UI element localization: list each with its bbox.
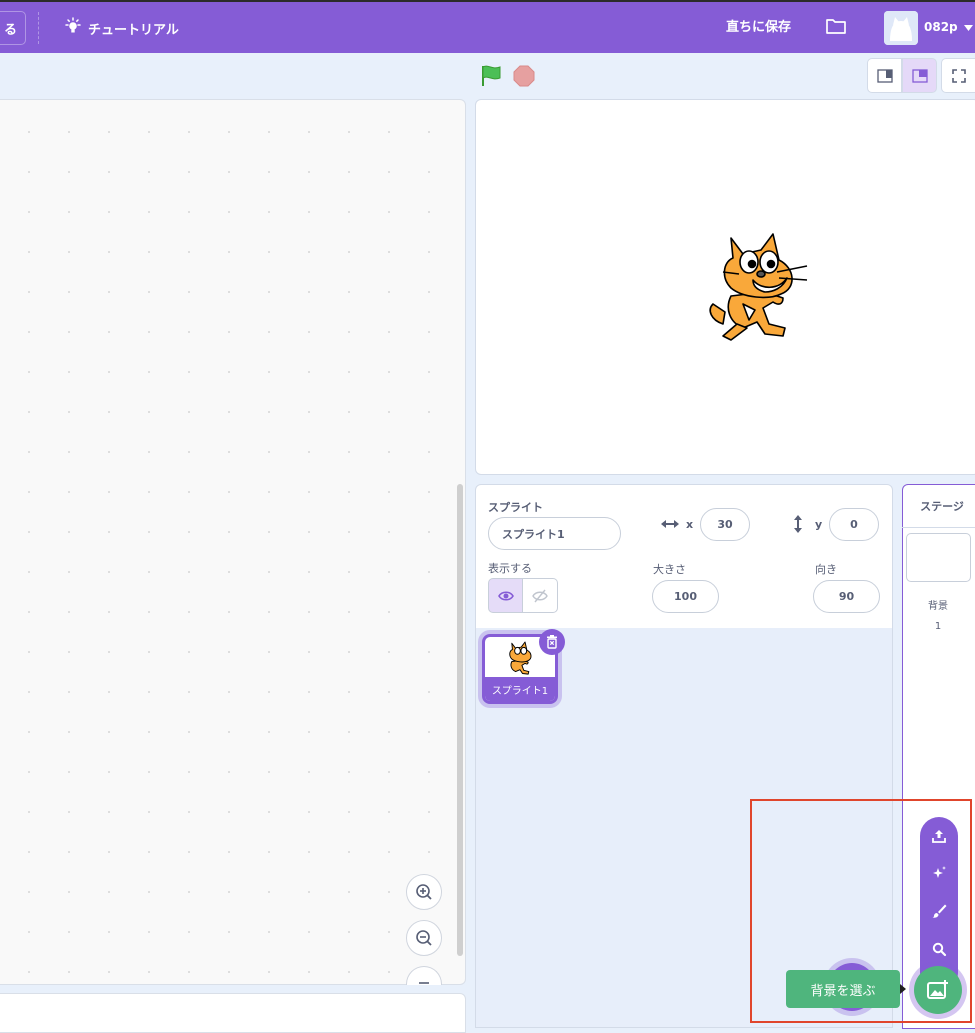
cat-thumbnail-icon: [509, 641, 532, 675]
show-label: 表示する: [488, 562, 532, 575]
bottom-pane: [0, 993, 466, 1033]
x-field[interactable]: 30: [700, 508, 750, 541]
workspace-scrollbar[interactable]: [457, 484, 463, 956]
fullscreen-icon: [951, 68, 966, 83]
sprite-name-field[interactable]: スプライト1: [488, 517, 621, 550]
small-stage-icon: [876, 68, 893, 83]
account-menu[interactable]: 082p: [924, 20, 973, 34]
y-field[interactable]: 0: [829, 508, 879, 541]
tutorial-menu[interactable]: チュートリアル: [64, 14, 179, 42]
equals-icon: [419, 982, 429, 984]
eye-off-icon: [532, 589, 548, 602]
menu-button-partial[interactable]: る: [0, 11, 26, 45]
normal-stage-button[interactable]: [902, 58, 937, 93]
size-label: 大きさ: [653, 563, 686, 576]
sprite-label: スプライト: [488, 501, 543, 514]
avatar[interactable]: [884, 11, 918, 45]
size-field[interactable]: 100: [652, 580, 719, 613]
sprite-thumbnail-label: スプライト1: [485, 677, 555, 701]
backdrop-label: 背景: [928, 601, 948, 612]
show-button[interactable]: [488, 578, 523, 613]
tutorial-label: チュートリアル: [88, 22, 179, 38]
direction-label: 向き: [815, 563, 837, 576]
my-stuff-folder-icon[interactable]: [824, 16, 848, 36]
visibility-toggle: [488, 578, 559, 614]
fullscreen-button[interactable]: [941, 58, 975, 93]
zoom-out-button[interactable]: [406, 920, 442, 956]
eye-icon: [497, 590, 514, 601]
cat-sprite[interactable]: [703, 232, 811, 344]
caret-down-icon: [963, 20, 973, 34]
direction-field[interactable]: 90: [813, 580, 880, 613]
delete-sprite-button[interactable]: [539, 629, 565, 655]
hide-button[interactable]: [523, 578, 558, 613]
stage-size-controls: [867, 58, 975, 94]
menu-divider: [38, 12, 39, 44]
zoom-in-icon: [416, 884, 432, 900]
small-stage-button[interactable]: [867, 58, 902, 93]
zoom-out-icon: [416, 930, 432, 946]
trash-icon: [547, 635, 557, 649]
y-arrows-icon: [791, 514, 805, 538]
save-now-button[interactable]: 直ちに保存: [726, 16, 791, 35]
stage-pane-title: ステージ: [902, 484, 975, 528]
green-flag-icon[interactable]: [480, 64, 502, 88]
backdrop-count: 1: [934, 621, 942, 632]
highlight-box: [750, 799, 972, 1023]
x-arrows-icon: [660, 516, 680, 535]
username-label: 082p: [924, 20, 958, 34]
code-workspace[interactable]: [0, 99, 466, 985]
backdrop-thumbnail[interactable]: [906, 533, 971, 582]
stop-icon[interactable]: [513, 65, 535, 87]
zoom-in-button[interactable]: [406, 874, 442, 910]
window-edge: [0, 0, 975, 2]
lightbulb-icon: [64, 17, 82, 39]
y-label: y: [815, 518, 823, 531]
x-label: x: [686, 518, 694, 531]
normal-stage-icon: [911, 68, 928, 83]
